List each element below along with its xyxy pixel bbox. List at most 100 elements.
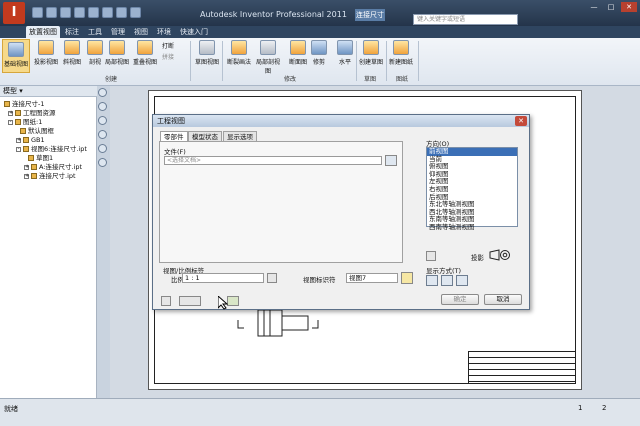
home-icon[interactable] <box>102 7 113 18</box>
detail-view-label: 局部视图 <box>104 59 129 66</box>
expand-icon[interactable]: + <box>24 164 29 170</box>
dialog-close-button[interactable]: ✕ <box>515 116 527 126</box>
save-icon[interactable] <box>60 7 71 18</box>
new-file-icon[interactable] <box>32 7 43 18</box>
help-icon[interactable] <box>161 296 171 306</box>
tree-item-sketch1[interactable]: 草图1 <box>4 154 94 163</box>
browse-folder-icon[interactable] <box>385 155 397 166</box>
separator <box>190 41 191 81</box>
shaded-icon[interactable] <box>456 275 468 286</box>
detail-view-button[interactable]: 局部视图 <box>104 40 130 66</box>
tree-item-view-a[interactable]: + A:连接尺寸.ipt <box>4 163 94 172</box>
create-sketch-button[interactable]: 创建草图 <box>357 40 385 66</box>
overlay-view-button[interactable]: 重叠视图 <box>132 40 158 66</box>
projected-view-button[interactable]: 投影视图 <box>33 40 59 66</box>
new-sheet-button[interactable]: 新建图纸 <box>387 40 415 66</box>
edit-label-icon[interactable] <box>401 272 413 284</box>
tab-view[interactable]: 视图 <box>131 26 151 38</box>
zoom-all-icon[interactable] <box>98 116 107 125</box>
base-view-label: 基础视图 <box>3 61 28 68</box>
display-style-label: 显示方式(T) <box>426 267 462 275</box>
break-out-button[interactable]: 局部剖视图 <box>255 40 281 75</box>
expand-icon[interactable]: + <box>8 110 13 116</box>
tree-item-drawing-resources[interactable]: + 工程图资源 <box>4 109 94 118</box>
cancel-button[interactable]: 取消 <box>484 294 522 305</box>
document-icon <box>4 101 10 107</box>
scale-visibility-icon[interactable] <box>267 273 277 283</box>
horizontal-button[interactable]: 水平 <box>332 40 358 66</box>
group-label-sketch: 草图 <box>364 76 377 83</box>
tab-manage[interactable]: 管理 <box>108 26 128 38</box>
close-button[interactable]: ✕ <box>621 2 637 12</box>
tab-annotate[interactable]: 标注 <box>62 26 82 38</box>
tree-item-document[interactable]: 连接尺寸-1 <box>4 100 94 109</box>
previous-view-icon[interactable] <box>98 158 107 167</box>
tree-label: 默认图框 <box>28 127 54 135</box>
dialog-title[interactable]: 工程视图 <box>153 115 529 127</box>
app-logo[interactable]: I <box>3 2 25 24</box>
status-text: 就绪 <box>4 405 18 413</box>
browser-header[interactable]: 模型 ▾ <box>0 86 97 97</box>
tree-item-part[interactable]: + 连接尺寸.ipt <box>4 172 94 181</box>
title-block-icon <box>23 137 29 143</box>
tree-label: 工程图资源 <box>23 109 56 117</box>
zoom-selected-icon[interactable] <box>98 144 107 153</box>
open-file-icon[interactable] <box>46 7 57 18</box>
custom-view-icon[interactable] <box>426 251 436 261</box>
tab-get-started[interactable]: 快速入门 <box>177 26 211 38</box>
preview-toggle-icon[interactable] <box>179 296 201 306</box>
tree-item-title-block[interactable]: + GB1 <box>4 136 94 145</box>
minimize-button[interactable]: — <box>586 2 602 12</box>
tab-component[interactable]: 零部件 <box>160 131 188 141</box>
base-view-button-content[interactable]: 基础视图 <box>3 42 29 68</box>
break-view-button[interactable]: 断裂画法 <box>226 40 252 66</box>
hidden-line-icon[interactable] <box>426 275 438 286</box>
ok-button[interactable]: 确定 <box>441 294 479 305</box>
new-sheet-label: 新建图纸 <box>388 59 413 66</box>
hidden-line-removed-icon[interactable] <box>441 275 453 286</box>
auxiliary-view-label: 斜视图 <box>62 59 81 66</box>
zoom-icon[interactable] <box>98 102 107 111</box>
tab-place-views[interactable]: 放置视图 <box>26 26 60 38</box>
overlay-view-icon <box>137 40 153 55</box>
maximize-button[interactable]: □ <box>603 2 619 12</box>
tab-environments[interactable]: 环境 <box>154 26 174 38</box>
window-title: Autodesk Inventor Professional 2011 <box>200 10 347 19</box>
new-sheet-icon <box>393 40 409 55</box>
join-button[interactable]: 拼接 <box>162 52 174 61</box>
scale-combo[interactable]: 1 : 1 <box>182 273 264 283</box>
tree-item-sheet[interactable]: - 图纸:1 <box>4 118 94 127</box>
tab-tools[interactable]: 工具 <box>85 26 105 38</box>
expand-icon[interactable]: + <box>16 137 21 143</box>
tab-display-options[interactable]: 显示选项 <box>223 131 257 141</box>
color-icon[interactable] <box>130 7 141 18</box>
orientation-list[interactable]: 前视图 当前 俯视图 仰视图 左视图 右视图 后视图 东北等轴测视图 西北等轴测… <box>426 147 518 231</box>
view-identifier-input[interactable]: 视图7 <box>346 273 398 283</box>
tree-item-border[interactable]: 默认图框 <box>4 127 94 136</box>
collapse-icon[interactable]: - <box>16 146 21 152</box>
horizontal-icon <box>337 40 353 55</box>
pan-icon[interactable] <box>98 88 107 97</box>
tree-label: 草图1 <box>36 154 54 162</box>
tab-model-state[interactable]: 模型状态 <box>188 131 222 141</box>
draft-view-button[interactable]: 草图视图 <box>194 40 220 66</box>
update-icon[interactable] <box>116 7 127 18</box>
list-item[interactable]: 西南等轴测视图 <box>427 223 517 232</box>
zoom-window-icon[interactable] <box>98 130 107 139</box>
break-button[interactable]: 打断 <box>162 41 174 50</box>
file-label: 文件(F) <box>164 148 186 156</box>
tree-item-view6[interactable]: - 视图6:连接尺寸.ipt <box>4 145 94 154</box>
document-tab[interactable]: 连接尺寸 <box>355 9 385 21</box>
redo-icon[interactable] <box>88 7 99 18</box>
group-label-sheets: 图纸 <box>396 76 409 83</box>
section-view-icon <box>87 40 103 55</box>
create-sketch-icon <box>363 40 379 55</box>
undo-icon[interactable] <box>74 7 85 18</box>
base-view-icon <box>8 42 24 57</box>
collapse-icon[interactable]: - <box>8 119 13 125</box>
file-combo[interactable]: <选择文档> <box>164 156 382 165</box>
projection-type-icon[interactable] <box>489 249 511 261</box>
search-input[interactable]: 键入关键字或短语 <box>413 14 518 25</box>
expand-icon[interactable]: + <box>24 173 29 179</box>
crop-button[interactable]: 修剪 <box>306 40 332 66</box>
